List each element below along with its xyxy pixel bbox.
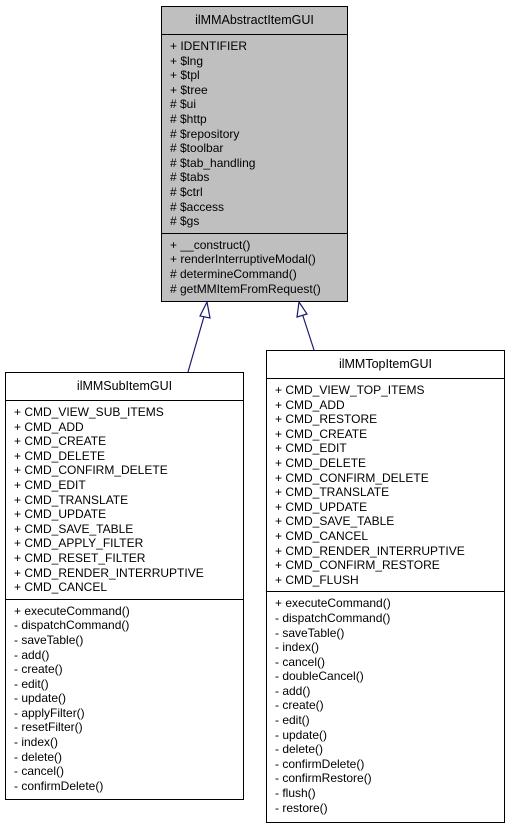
- method-item: - delete(): [14, 749, 63, 764]
- attribute-item: + CMD_DELETE: [14, 448, 106, 463]
- attribute-item: # $http: [170, 111, 207, 126]
- class-box-ilMMTopItemGUI[interactable]: ilMMTopItemGUI + CMD_VIEW_TOP_ITEMS + CMD…: [266, 350, 505, 823]
- attribute-item: + CMD_RESTORE: [275, 412, 378, 427]
- method-item: - edit(): [14, 676, 49, 691]
- method-item: - confirmDelete(): [275, 756, 365, 771]
- attribute-item: # $gs: [170, 214, 200, 229]
- attribute-item: + CMD_EDIT: [14, 477, 86, 492]
- attribute-item: + CMD_RENDER_INTERRUPTIVE: [14, 565, 204, 580]
- method-item: - update(): [14, 691, 67, 706]
- attribute-item: # $tabs: [170, 170, 210, 185]
- methods-section: + executeCommand() - dispatchCommand() - s…: [267, 592, 504, 819]
- attribute-item: + CMD_CANCEL: [275, 528, 369, 543]
- methods-section: + __construct() + renderInterruptiveModal…: [162, 234, 347, 300]
- attribute-item: + CMD_SAVE_TABLE: [14, 521, 134, 536]
- method-item: - cancel(): [275, 654, 326, 669]
- attribute-item: + $tpl: [170, 68, 200, 83]
- class-box-ilMMAbstractItemGUI[interactable]: ilMMAbstractItemGUI + IDENTIFIER + $lng + …: [161, 6, 348, 302]
- method-item: - index(): [14, 735, 59, 750]
- method-item: - add(): [275, 683, 311, 698]
- method-item: - flush(): [275, 786, 316, 801]
- method-item: - cancel(): [14, 764, 65, 779]
- attribute-item: + CMD_UPDATE: [275, 499, 368, 514]
- class-name: ilMMTopItemGUI: [267, 351, 504, 379]
- attribute-item: + CMD_APPLY_FILTER: [14, 536, 144, 551]
- method-item: - update(): [275, 727, 328, 742]
- method-item: - index(): [275, 640, 320, 655]
- attribute-item: + CMD_CREATE: [275, 426, 368, 441]
- attribute-item: + CMD_VIEW_TOP_ITEMS: [275, 383, 425, 397]
- attribute-item: + CMD_ADD: [14, 419, 84, 434]
- method-item: + renderInterruptiveModal(): [170, 252, 316, 267]
- attributes-section: + CMD_VIEW_TOP_ITEMS + CMD_ADD + CMD_RESTO…: [267, 379, 504, 593]
- attribute-item: + CMD_TRANSLATE: [275, 485, 390, 500]
- method-item: + executeCommand(): [275, 596, 391, 611]
- method-item: - add(): [14, 647, 50, 662]
- attribute-item: + CMD_VIEW_SUB_ITEMS: [14, 405, 164, 419]
- method-item: # determineCommand(): [170, 266, 297, 281]
- attribute-item: + CMD_UPDATE: [14, 507, 107, 522]
- method-item: - saveTable(): [275, 625, 345, 640]
- attribute-item: # $ctrl: [170, 184, 203, 199]
- method-item: + executeCommand(): [14, 603, 130, 618]
- class-name: ilMMAbstractItemGUI: [162, 7, 347, 35]
- method-item: - applyFilter(): [14, 705, 85, 720]
- attribute-item: # $ui: [170, 97, 197, 112]
- method-item: - create(): [275, 698, 324, 713]
- edge-subitem-to-base: [187, 312, 206, 373]
- method-item: - dispatchCommand(): [14, 618, 130, 633]
- method-item: - delete(): [275, 742, 324, 757]
- attribute-item: + CMD_DELETE: [275, 455, 367, 470]
- attributes-section: + CMD_VIEW_SUB_ITEMS + CMD_ADD + CMD_CREAT…: [6, 401, 243, 600]
- attribute-item: + CMD_CREATE: [14, 434, 107, 449]
- attribute-item: # $repository: [170, 126, 240, 141]
- inheritance-arrowhead-subitem: [199, 300, 211, 319]
- method-item: - edit(): [275, 713, 310, 728]
- attribute-item: + CMD_CANCEL: [14, 580, 108, 595]
- attribute-item: + CMD_ADD: [275, 397, 345, 412]
- attribute-item: + CMD_SAVE_TABLE: [275, 514, 395, 529]
- attribute-item: + $lng: [170, 53, 204, 68]
- method-item: - resetFilter(): [14, 720, 83, 735]
- edge-topitem-to-base: [301, 312, 315, 351]
- attribute-item: # $tab_handling: [170, 155, 256, 170]
- method-item: - confirmDelete(): [14, 778, 104, 793]
- attribute-item: + CMD_CONFIRM_RESTORE: [275, 558, 440, 573]
- attributes-section: + IDENTIFIER + $lng + $tpl + $tree # $ui # $h…: [162, 35, 347, 234]
- method-item: - restore(): [275, 800, 328, 815]
- attribute-item: + CMD_CONFIRM_DELETE: [275, 470, 429, 485]
- attribute-item: + CMD_EDIT: [275, 441, 347, 456]
- attribute-item: + CMD_CONFIRM_DELETE: [14, 463, 168, 478]
- attribute-item: # $access: [170, 199, 225, 214]
- attribute-item: + CMD_FLUSH: [275, 572, 359, 587]
- methods-section: + executeCommand() - dispatchCommand() - s…: [6, 600, 243, 798]
- attribute-item: + CMD_RENDER_INTERRUPTIVE: [275, 543, 465, 558]
- method-item: - doubleCancel(): [275, 669, 364, 684]
- class-box-ilMMSubItemGUI[interactable]: ilMMSubItemGUI + CMD_VIEW_SUB_ITEMS + CMD…: [5, 372, 244, 800]
- method-item: + __construct(): [170, 237, 251, 252]
- class-name: ilMMSubItemGUI: [6, 373, 243, 401]
- attribute-item: + IDENTIFIER: [170, 39, 248, 53]
- attribute-item: + CMD_TRANSLATE: [14, 492, 129, 507]
- method-item: - confirmRestore(): [275, 771, 372, 786]
- attribute-item: # $toolbar: [170, 141, 224, 156]
- attribute-item: + CMD_RESET_FILTER: [14, 550, 146, 565]
- method-item: # getMMItemFromRequest(): [170, 281, 321, 296]
- attribute-item: + $tree: [170, 82, 208, 97]
- inheritance-arrowhead-topitem: [296, 300, 308, 318]
- method-item: - dispatchCommand(): [275, 610, 391, 625]
- method-item: - create(): [14, 662, 63, 677]
- method-item: - saveTable(): [14, 632, 84, 647]
